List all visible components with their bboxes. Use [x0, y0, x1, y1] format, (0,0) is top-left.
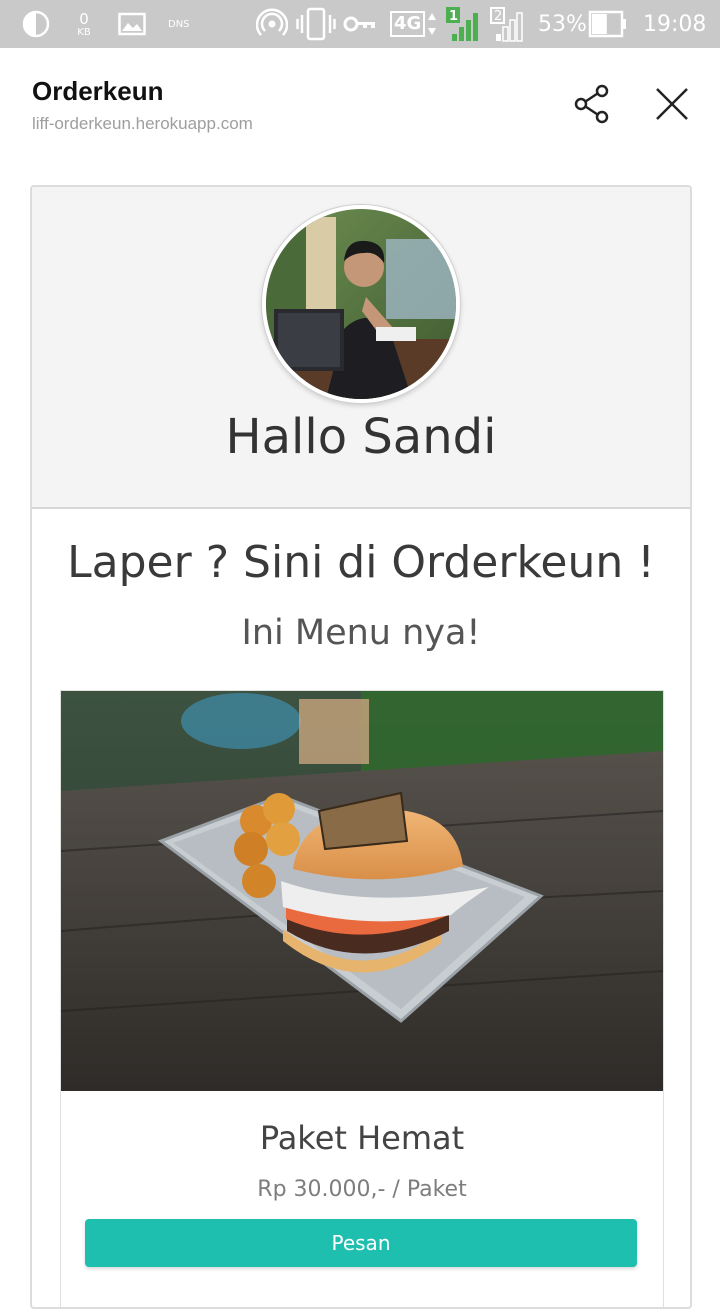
- data-speed-unit: KB: [77, 26, 91, 38]
- battery-percent-label: 53%: [538, 11, 587, 37]
- contrast-icon: [22, 0, 50, 48]
- dns-label: DNS: [168, 18, 190, 30]
- sim1-label: 1: [449, 9, 459, 24]
- network-type-indicator: 4G: [390, 0, 437, 48]
- close-icon: [656, 88, 688, 120]
- vpn-key-icon: [343, 0, 377, 48]
- sim2-label: 2: [494, 9, 503, 24]
- sim2-signal-icon: 2: [490, 0, 526, 48]
- profile-section: Hallo Sandi: [32, 187, 690, 509]
- app-header: Orderkeun liff-orderkeun.herokuapp.com: [0, 48, 720, 158]
- hotspot-icon: [256, 0, 288, 48]
- avatar: [262, 205, 460, 403]
- data-speed-value: 0: [79, 9, 89, 28]
- share-icon: [574, 84, 609, 124]
- battery-icon: [588, 0, 628, 48]
- clock: 19:08: [643, 0, 706, 48]
- order-button[interactable]: Pesan: [85, 1219, 637, 1267]
- main-card: Hallo Sandi Laper ? Sini di Orderkeun ! …: [30, 185, 692, 1309]
- vibrate-icon: [296, 0, 336, 48]
- app-url: liff-orderkeun.herokuapp.com: [32, 114, 253, 133]
- status-bar: 0 KB DNS 4G 1 2 53% 19:08: [0, 0, 720, 48]
- sim1-signal-icon: 1: [446, 0, 482, 48]
- menu-item-name: Paket Hemat: [259, 1119, 465, 1157]
- network-type-label: 4G: [390, 11, 426, 37]
- greeting-text: Hallo Sandi: [225, 409, 497, 465]
- app-title: Orderkeun: [32, 76, 164, 106]
- data-speed-indicator: 0 KB: [72, 0, 96, 48]
- menu-item-image: [61, 691, 663, 1091]
- share-button[interactable]: [570, 82, 614, 126]
- battery-percent: 53%: [538, 0, 587, 48]
- menu-item-card: Paket Hemat Rp 30.000,- / Paket Pesan: [60, 690, 664, 1307]
- dns-indicator: DNS: [168, 0, 190, 48]
- close-button[interactable]: [650, 82, 694, 126]
- gallery-icon: [118, 0, 146, 48]
- tagline: Laper ? Sini di Orderkeun !: [67, 537, 655, 588]
- menu-item-price: Rp 30.000,- / Paket: [257, 1177, 467, 1202]
- menu-heading: Ini Menu nya!: [241, 613, 481, 653]
- clock-time: 19:08: [643, 11, 707, 37]
